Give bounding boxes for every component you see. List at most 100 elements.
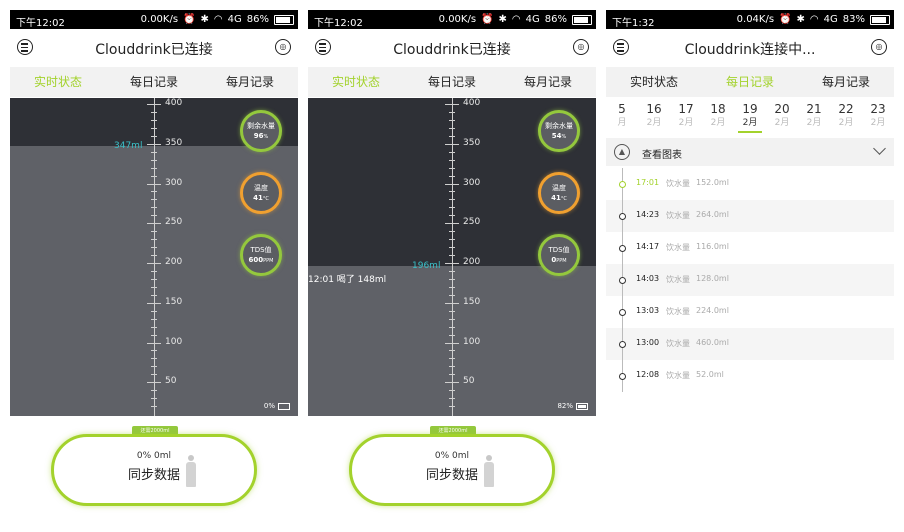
record-label: 饮水量 bbox=[666, 275, 690, 284]
tab-realtime[interactable]: 实时状态 bbox=[10, 67, 106, 97]
battery-icon bbox=[572, 14, 592, 25]
scale-label: 50 bbox=[463, 376, 475, 387]
scale-tick bbox=[151, 135, 157, 137]
date-month: 2月 bbox=[742, 118, 758, 128]
scale-tick bbox=[151, 207, 157, 209]
date-item[interactable]: 19 2月 bbox=[734, 98, 766, 133]
status-right: 0.00K/s ⏰ ✱ ◠ 4G 86% bbox=[141, 14, 294, 25]
scale-tick bbox=[449, 390, 455, 392]
scale-tick bbox=[449, 294, 455, 296]
scale-axis bbox=[452, 98, 453, 416]
record-time: 12:08 bbox=[636, 370, 660, 379]
status-time: 下午1:32 bbox=[612, 18, 655, 29]
timeline-dot bbox=[619, 341, 626, 348]
cup-icon[interactable]: ◎ bbox=[871, 39, 887, 55]
date-month: 2月 bbox=[774, 118, 790, 128]
circle-value: 54% bbox=[541, 131, 577, 142]
record-label: 饮水量 bbox=[666, 179, 690, 188]
tab-daily[interactable]: 每日记录 bbox=[702, 67, 798, 97]
scale-tick bbox=[445, 302, 459, 304]
scale-tick bbox=[151, 167, 157, 169]
level-label: 347ml bbox=[114, 141, 143, 152]
scale-tick bbox=[151, 191, 157, 193]
record-amount: 52.0ml bbox=[696, 370, 724, 379]
record-amount: 152.0ml bbox=[696, 178, 729, 187]
date-day: 17 bbox=[678, 102, 694, 116]
sync-button[interactable]: 0% 0ml 同步数据 bbox=[349, 434, 555, 506]
circle-value: 41°C bbox=[541, 193, 577, 204]
scale-tick bbox=[151, 215, 157, 217]
tab-realtime[interactable]: 实时状态 bbox=[606, 67, 702, 97]
tab-monthly[interactable]: 每月记录 bbox=[798, 67, 894, 97]
record-amount: 460.0ml bbox=[696, 338, 729, 347]
scale-tick bbox=[449, 151, 455, 153]
date-item[interactable]: 18 2月 bbox=[702, 98, 734, 132]
circle-unit: % bbox=[263, 134, 269, 140]
date-item[interactable]: 17 2月 bbox=[670, 98, 702, 132]
level-label: 196ml bbox=[412, 261, 441, 272]
scale-label: 100 bbox=[463, 336, 481, 347]
tab-monthly[interactable]: 每月记录 bbox=[500, 67, 596, 97]
tab-monthly[interactable]: 每月记录 bbox=[202, 67, 298, 97]
alarm-icon: ⏰ bbox=[183, 14, 196, 25]
date-item[interactable]: 16 2月 bbox=[638, 98, 670, 132]
timeline-dot bbox=[619, 373, 626, 380]
scale-label: 200 bbox=[463, 257, 481, 267]
person-head bbox=[486, 455, 492, 461]
tab-realtime[interactable]: 实时状态 bbox=[308, 67, 404, 97]
tab-daily[interactable]: 每日记录 bbox=[106, 67, 202, 97]
remaining-water-circle: 剩余水量 54% bbox=[538, 110, 580, 152]
status-right: 0.04K/s ⏰ ✱ ◠ 4G 83% bbox=[737, 14, 890, 25]
temperature-circle: 温度 41°C bbox=[240, 172, 282, 214]
scale-label: 300 bbox=[165, 177, 183, 188]
scale-tick bbox=[147, 263, 161, 264]
view-chart-label: 查看图表 bbox=[642, 150, 682, 161]
alarm-icon: ⏰ bbox=[779, 14, 792, 25]
scale-tick bbox=[151, 406, 157, 408]
battery-percent: 83% bbox=[842, 14, 865, 25]
timeline-dot bbox=[619, 245, 626, 252]
date-item[interactable]: 23 2月 bbox=[862, 98, 894, 132]
network-type: 4G bbox=[525, 14, 540, 25]
record-time: 14:03 bbox=[636, 274, 660, 283]
tab-daily[interactable]: 每日记录 bbox=[404, 67, 500, 97]
scale-tick bbox=[445, 263, 459, 264]
date-item[interactable]: 22 2月 bbox=[830, 98, 862, 132]
circle-number: 600 bbox=[248, 256, 264, 264]
sync-button[interactable]: 0% 0ml 同步数据 bbox=[51, 434, 257, 506]
bluetooth-icon: ✱ bbox=[796, 14, 805, 25]
chevron-down-icon[interactable] bbox=[873, 142, 886, 155]
scale-tick bbox=[449, 167, 455, 169]
view-chart-row[interactable]: ▲ 查看图表 bbox=[606, 138, 894, 166]
scale-tick bbox=[151, 231, 157, 233]
cup-icon[interactable]: ◎ bbox=[573, 39, 589, 55]
circle-value: 0PPM bbox=[541, 255, 577, 266]
scale-tick bbox=[449, 374, 455, 376]
scale-tick bbox=[147, 223, 161, 225]
date-item[interactable]: 21 2月 bbox=[798, 98, 830, 132]
circle-label: 温度 bbox=[254, 184, 268, 192]
record-label: 饮水量 bbox=[666, 307, 690, 316]
cup-battery-icon bbox=[278, 402, 290, 410]
person-head bbox=[188, 455, 194, 461]
tds-circle: TDS值 0PPM bbox=[538, 234, 580, 276]
date-item[interactable]: 5月 bbox=[606, 98, 638, 132]
tab-bar: 实时状态 每日记录 每月记录 bbox=[606, 67, 894, 97]
record-row: 13:03 饮水量 224.0ml bbox=[606, 296, 894, 328]
water-gauge: 400 350 300 250 200 150 100 50 347ml 剩余水量 96% 温度 41°… bbox=[10, 98, 298, 416]
scale-tick bbox=[151, 286, 157, 288]
cup-icon[interactable]: ◎ bbox=[275, 39, 291, 55]
sync-label: 同步数据 bbox=[127, 468, 180, 483]
record-row: 17:01 饮水量 152.0ml bbox=[606, 168, 894, 200]
record-row: 14:03 饮水量 128.0ml bbox=[606, 264, 894, 296]
date-item[interactable]: 20 2月 bbox=[766, 98, 798, 132]
scale-tick bbox=[449, 111, 455, 113]
cup-battery-value: 0% bbox=[263, 402, 275, 410]
app-header: Clouddrink已连接 ◎ bbox=[308, 29, 596, 68]
progress-text: 0% 0ml bbox=[136, 451, 172, 461]
scale-tick bbox=[151, 358, 157, 360]
scale-tick bbox=[151, 119, 157, 121]
scale-tick bbox=[449, 334, 455, 336]
scale-tick bbox=[449, 239, 455, 241]
scale-tick bbox=[449, 350, 455, 352]
